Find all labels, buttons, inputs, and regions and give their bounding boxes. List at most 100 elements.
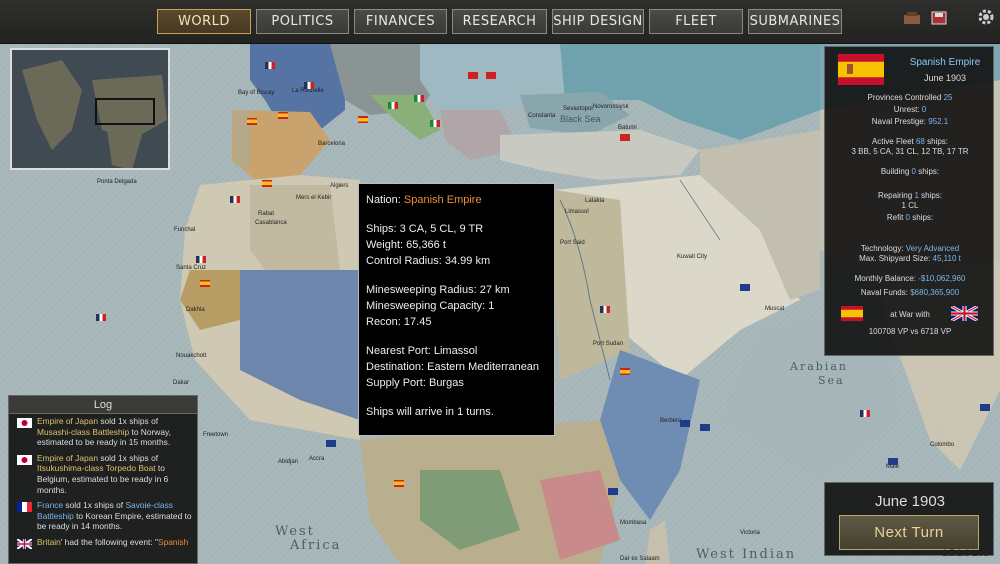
map-label-rabat: Rabat [258, 211, 275, 217]
tab-research[interactable]: RESEARCH [452, 9, 547, 34]
country-name: Spanish Empire [909, 57, 981, 68]
version-label: 1.5.1.6 Live [942, 548, 989, 558]
tooltip-destination: Destination: Eastern Mediterranean [366, 361, 540, 373]
tooltip-recon: Recon: 17.45 [366, 316, 432, 328]
fleet-marker-spain[interactable] [394, 480, 404, 487]
fleet-marker-france[interactable] [96, 314, 106, 321]
funds-row: Naval Funds: $680,365,900 [860, 288, 960, 297]
fleet-marker-turkey[interactable] [620, 134, 630, 141]
tab-world[interactable]: WORLD [157, 9, 251, 34]
log-entry[interactable]: Empire of Japan sold 1x ships of Itsukus… [9, 451, 197, 498]
minimap-viewport[interactable] [95, 98, 155, 125]
tab-finances[interactable]: FINANCES [354, 9, 447, 34]
repairing-composition: 1 CL [901, 201, 919, 210]
britain-flag-icon[interactable] [950, 304, 979, 323]
map-label-ponta-delgada: Ponta Delgada [97, 179, 137, 185]
active-fleet-row[interactable]: Active Fleet 68 ships: [825, 137, 995, 146]
britain-flag-icon [16, 538, 33, 550]
save-icon[interactable] [929, 9, 949, 27]
building-row: Building 0 ships: [880, 167, 940, 176]
log-panel[interactable]: Log Empire of Japan sold 1x ships of Mus… [8, 395, 198, 564]
map-label-algiers: Algiers [330, 183, 349, 189]
tooltip-supply-port: Supply Port: Burgas [366, 377, 464, 389]
map-label-dakhla: Dakhla [186, 307, 205, 313]
fleet-marker-turkey[interactable] [468, 72, 478, 79]
map-label-limassol: Limassol [565, 209, 589, 215]
country-info-panel: Spanish Empire June 1903 Provinces Contr… [824, 46, 994, 356]
fleet-marker-spain[interactable] [620, 368, 630, 375]
balance-row: Monthly Balance: -$10,062,960 [854, 274, 966, 283]
map-label-colombo: Colombo [930, 442, 955, 448]
fleet-marker-france[interactable] [230, 196, 240, 203]
map-label-bay-biscay: Bay of Biscay [238, 90, 275, 96]
fleet-marker-britain[interactable] [700, 424, 710, 431]
map-label-constanta: Constanta [528, 113, 556, 119]
tooltip-control-radius: Control Radius: 34.99 km [366, 255, 491, 267]
map-label-latakia: Latakia [585, 198, 605, 204]
map-label-novorossiysk: Novorossiysk [593, 104, 629, 110]
tab-submarines[interactable]: SUBMARINES [748, 9, 842, 34]
fleet-marker-turkey[interactable] [486, 72, 496, 79]
map-label-barcelona: Barcelona [318, 141, 346, 147]
refit-row: Refit 0 ships: [886, 213, 934, 222]
turn-date: June 1903 [874, 493, 946, 510]
map-label-dar: Dar es Salaam [620, 556, 660, 562]
technology-row: Technology: Very Advanced [860, 244, 960, 253]
map-label-batumi: Batumi [618, 125, 637, 131]
next-turn-button[interactable]: Next Turn [839, 515, 979, 550]
map-label-victoria: Victoria [740, 530, 760, 536]
fleet-marker-france[interactable] [196, 256, 206, 263]
japan-flag-icon [17, 454, 32, 465]
fleet-marker-spain[interactable] [247, 118, 257, 125]
map-label-port-said: Port Said [560, 240, 585, 246]
fleet-marker-italy[interactable] [414, 95, 424, 102]
log-entry[interactable]: Britain' had the following event: "Spani… [9, 535, 197, 551]
fleet-marker-spain[interactable] [278, 112, 288, 119]
map-label-freetown: Freetown [203, 432, 229, 438]
tab-politics[interactable]: POLITICS [256, 9, 349, 34]
fleet-marker-spain[interactable] [200, 280, 210, 287]
france-flag-icon [17, 502, 32, 513]
fleet-marker-france[interactable] [860, 410, 870, 417]
fleet-marker-britain[interactable] [980, 404, 990, 411]
tooltip-minesweeping-capacity: Minesweeping Capacity: 1 [366, 300, 495, 312]
tooltip-nation: Nation: Spanish Empire [366, 194, 482, 206]
fleet-marker-italy[interactable] [388, 102, 398, 109]
settings-gear-icon[interactable] [975, 6, 997, 28]
fleet-marker-france[interactable] [600, 306, 610, 313]
fleet-marker-spain[interactable] [262, 180, 272, 187]
fleet-tooltip: Nation: Spanish Empire Ships: 3 CA, 5 CL… [358, 183, 555, 436]
fleet-marker-france[interactable] [265, 62, 275, 69]
minimap[interactable] [10, 48, 170, 170]
fleet-marker-france[interactable] [304, 82, 314, 89]
fleet-marker-italy[interactable] [430, 120, 440, 127]
fleet-marker-britain[interactable] [608, 488, 618, 495]
tooltip-ships: Ships: 3 CA, 5 CL, 9 TR [366, 223, 484, 235]
diplomacy-icon[interactable] [902, 9, 922, 27]
log-entry[interactable]: Empire of Japan sold 1x ships of Musashi… [9, 414, 197, 451]
map-label-accra: Accra [309, 456, 325, 462]
tab-ship-design[interactable]: SHIP DESIGN [552, 9, 644, 34]
sea-label-africa: Africa [290, 538, 342, 553]
shipyard-row: Max. Shipyard Size: 45,110 t [859, 254, 961, 263]
spain-flag-icon [837, 53, 884, 85]
fleet-marker-britain[interactable] [888, 458, 898, 465]
log-entry[interactable]: France sold 1x ships of Savoie-class Bat… [9, 498, 197, 535]
log-title: Log [9, 396, 197, 414]
map-label-muscat: Muscat [765, 306, 785, 312]
tooltip-nearest-port: Nearest Port: Limassol [366, 345, 478, 357]
repairing-row: Repairing 1 ships: [877, 191, 943, 200]
fleet-marker-britain[interactable] [740, 284, 750, 291]
fleet-marker-spain[interactable] [358, 116, 368, 123]
war-victory-points: 100708 VP vs 6718 VP [868, 327, 952, 336]
map-label-casablanca: Casablanca [255, 220, 287, 226]
map-label-abidjan: Abidjan [278, 459, 299, 465]
map-label-berbera: Berbera [660, 418, 682, 424]
fleet-marker-britain[interactable] [680, 420, 690, 427]
map-label-mombasa: Mombasa [620, 520, 647, 526]
provinces-row: Provinces Controlled 25 [867, 93, 953, 102]
map-label-sevastopol: Sevastopol [563, 106, 593, 112]
tab-fleet[interactable]: FLEET [649, 9, 743, 34]
fleet-marker-britain[interactable] [326, 440, 336, 447]
japan-flag-icon [17, 418, 32, 428]
